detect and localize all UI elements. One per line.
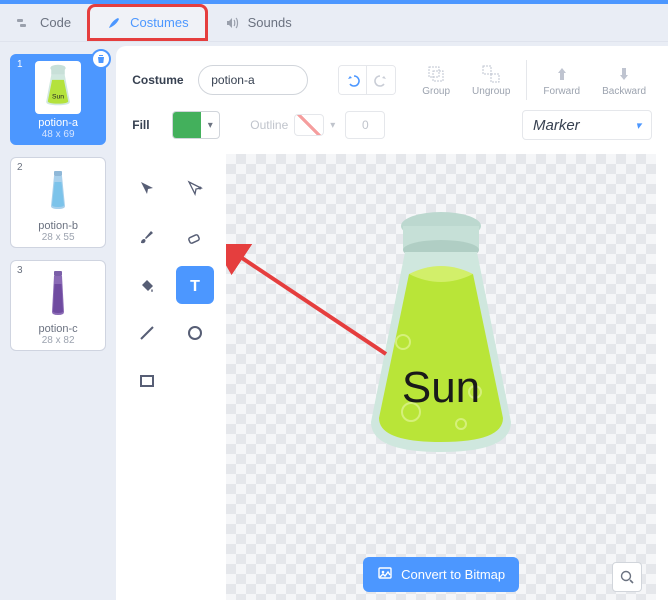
costume-item-potion-c[interactable]: 3 potion-c 28 x 82 — [10, 260, 106, 351]
costume-label: Costume — [132, 73, 188, 87]
ungroup-button[interactable]: Ungroup — [466, 64, 516, 97]
eraser-tool[interactable] — [176, 218, 214, 256]
fill-tool[interactable] — [128, 266, 166, 304]
fill-color-swatch — [173, 112, 201, 138]
costume-name-input[interactable] — [198, 65, 308, 95]
costume-artwork: Sun — [341, 202, 541, 462]
tab-code[interactable]: Code — [0, 4, 87, 41]
convert-to-bitmap-button[interactable]: Convert to Bitmap — [363, 557, 519, 592]
font-select[interactable]: Marker ▾ — [522, 110, 652, 140]
outline-width-input[interactable] — [345, 111, 385, 139]
select-tool[interactable] — [128, 170, 166, 208]
drawing-canvas[interactable]: Sun Convert to Bitmap — [226, 154, 656, 600]
costume-sidebar: 1 Sun potion-a 48 x 69 2 potion-b 28 x 5… — [0, 42, 116, 600]
sound-icon — [224, 15, 240, 31]
backward-icon — [614, 64, 634, 84]
outline-label: Outline — [250, 118, 288, 132]
rectangle-tool[interactable] — [128, 362, 166, 400]
tab-costumes[interactable]: Costumes — [87, 4, 208, 41]
undo-button[interactable] — [339, 66, 367, 94]
backward-button[interactable]: Backward — [596, 64, 652, 97]
brush-icon — [106, 15, 122, 31]
editor-panel: Costume Group Ungroup Forward — [116, 46, 668, 600]
costume-item-potion-a[interactable]: 1 Sun potion-a 48 x 69 — [10, 54, 106, 145]
svg-text:Sun: Sun — [52, 93, 64, 100]
outline-picker[interactable]: Outline ▾ — [250, 114, 335, 136]
chevron-down-icon: ▾ — [635, 119, 641, 132]
svg-text:Sun: Sun — [402, 363, 480, 412]
tab-costumes-label: Costumes — [130, 15, 189, 30]
redo-button[interactable] — [367, 66, 395, 94]
undo-redo-group — [338, 65, 396, 95]
tool-palette: T — [116, 150, 226, 600]
chevron-down-icon: ▾ — [201, 112, 219, 138]
svg-text:T: T — [190, 278, 200, 295]
zoom-button[interactable] — [612, 562, 642, 592]
group-button[interactable]: Group — [416, 64, 456, 97]
fill-color-picker[interactable]: ▾ — [172, 111, 220, 139]
forward-button[interactable]: Forward — [537, 64, 586, 97]
circle-tool[interactable] — [176, 314, 214, 352]
group-icon — [426, 64, 446, 84]
brush-tool[interactable] — [128, 218, 166, 256]
ungroup-icon — [481, 64, 501, 84]
costume-item-potion-b[interactable]: 2 potion-b 28 x 55 — [10, 157, 106, 248]
code-icon — [16, 15, 32, 31]
outline-swatch — [294, 114, 324, 136]
reshape-tool[interactable] — [176, 170, 214, 208]
fill-label: Fill — [132, 118, 162, 132]
tab-sounds[interactable]: Sounds — [208, 4, 308, 41]
forward-icon — [552, 64, 572, 84]
tab-code-label: Code — [40, 15, 71, 30]
tab-sounds-label: Sounds — [248, 15, 292, 30]
delete-costume-icon[interactable] — [91, 49, 111, 69]
line-tool[interactable] — [128, 314, 166, 352]
tab-bar: Code Costumes Sounds — [0, 4, 668, 42]
text-tool[interactable]: T — [176, 266, 214, 304]
bitmap-icon — [377, 565, 393, 584]
